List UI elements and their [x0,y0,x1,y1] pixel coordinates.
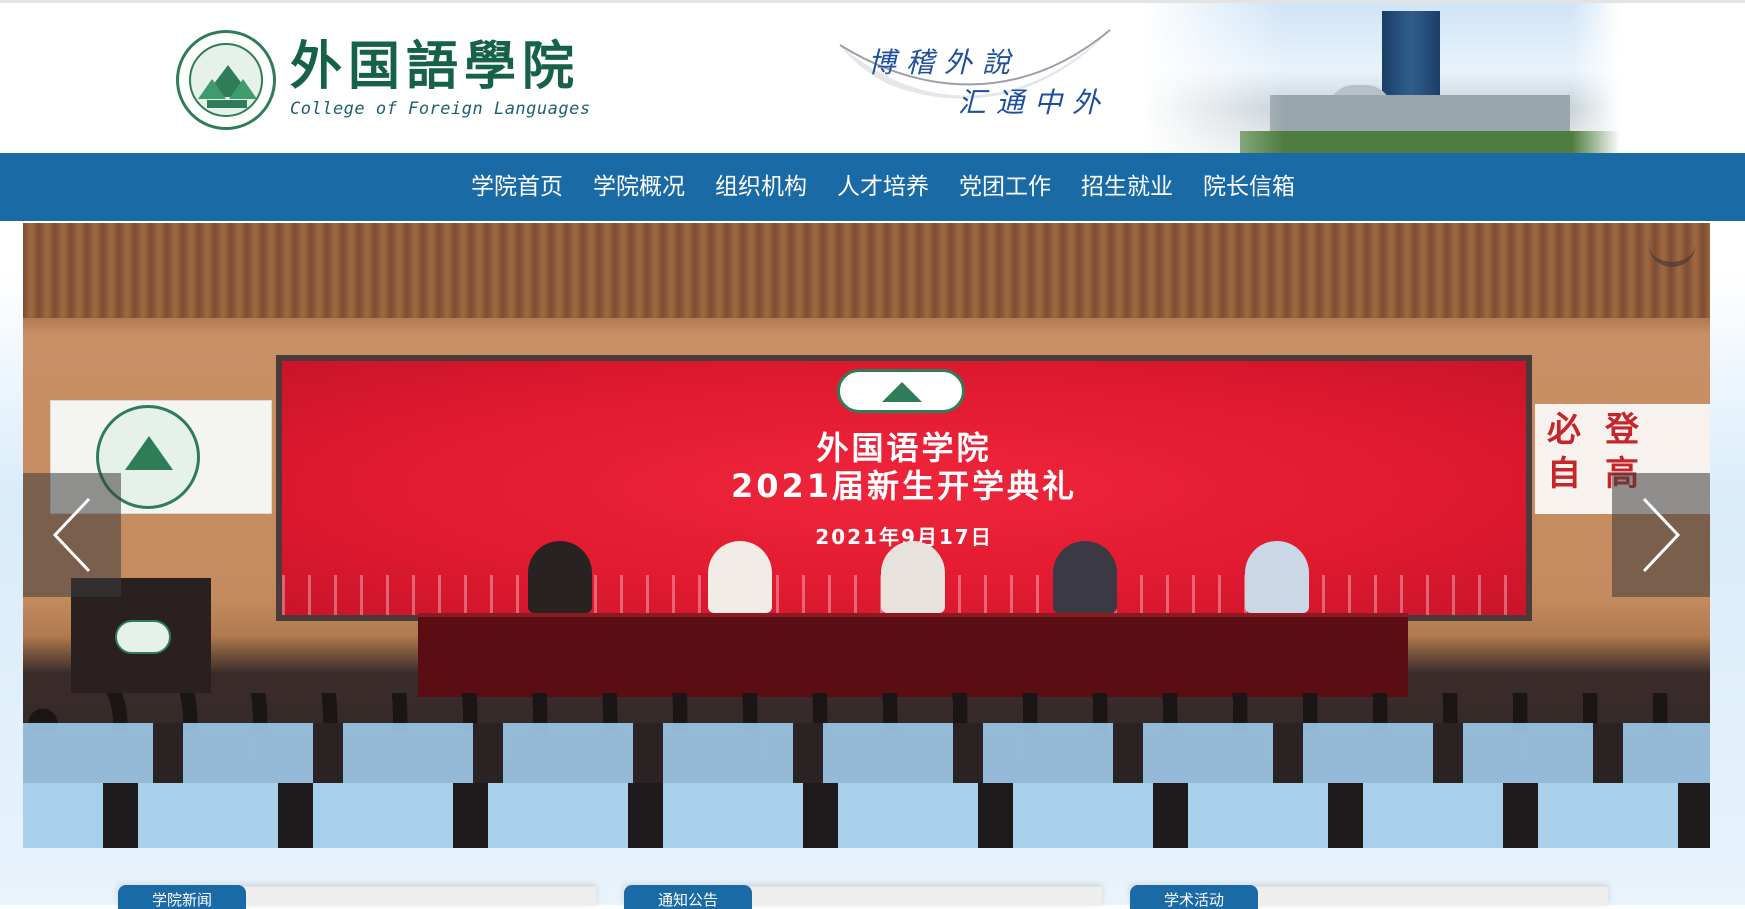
section-tab-news[interactable]: 学院新闻 [118,885,246,909]
person [1245,541,1309,613]
person [528,541,592,613]
screen-subtitle: 2021届新生开学典礼 [730,467,1078,505]
person [708,541,772,613]
slider-prev-button[interactable] [23,473,121,597]
college-name-cn: 外国語學院 [290,36,581,97]
nav-item-party-work[interactable]: 党团工作 [944,153,1066,221]
motto-line-1: 博稽外說 [868,46,1021,79]
nav-item-organization[interactable]: 组织机构 [700,153,822,221]
nav-item-dean-mailbox[interactable]: 院长信箱 [1188,153,1310,221]
college-name-en: College of Foreign Languages [290,99,591,119]
section-card-notices: 通知公告 [624,885,1102,909]
section-card-academic: 学术活动 [1130,885,1608,909]
chevron-left-icon [52,497,91,573]
nav-item-home[interactable]: 学院首页 [456,153,578,221]
header-building-photo [1140,3,1620,153]
person [881,541,945,613]
nav-item-overview[interactable]: 学院概况 [578,153,700,221]
main-nav: 学院首页 学院概况 组织机构 人才培养 党团工作 招生就业 院长信箱 [0,153,1745,221]
nav-item-education[interactable]: 人才培养 [822,153,944,221]
screen-logo [837,369,965,413]
nav-item-admissions[interactable]: 招生就业 [1066,153,1188,221]
stage-curtain [23,223,1710,318]
section-tab-academic[interactable]: 学术活动 [1130,885,1258,909]
section-card-news: 学院新闻 [118,885,596,909]
person [1053,541,1117,613]
university-seal-logo[interactable] [176,30,276,130]
slider-next-button[interactable] [1612,473,1710,597]
motto-line-2: 汇通中外 [958,86,1111,119]
audience-seats-front [23,783,1710,848]
site-header: 外国語學院 College of Foreign Languages 博稽外說 … [0,3,1745,153]
chevron-right-icon [1642,497,1681,573]
banner-slider[interactable]: 必登自高 外国语学院 2021届新生开学典礼 2021年9月17日 [23,223,1710,848]
section-tab-notices[interactable]: 通知公告 [624,885,752,909]
stage-table [418,613,1408,697]
